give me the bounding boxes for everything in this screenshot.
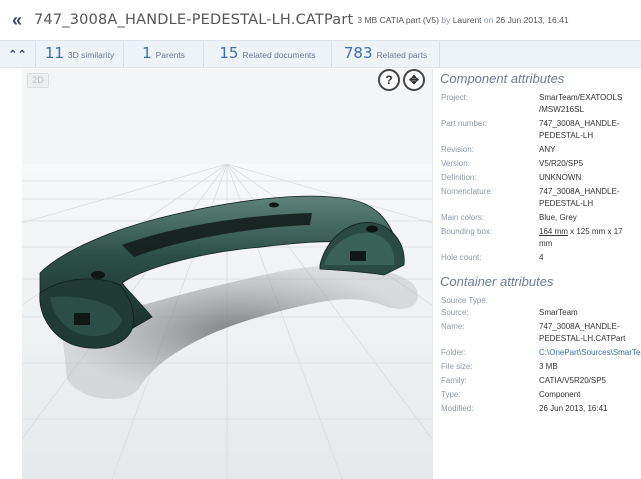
attr-value: SmarTeam/EXATOOLS /MSW216SL: [539, 93, 623, 114]
attr-value: 747_3008A_HANDLE-PEDESTAL-LH.CATPart: [539, 322, 626, 343]
double-chevron-left-icon[interactable]: «: [0, 9, 34, 31]
tab-label: Parents: [155, 50, 185, 60]
attr-key: Bounding box:: [441, 227, 493, 236]
attr-bounding-box: Bounding box: 164 mm x 125 mm x 17 mm: [433, 226, 641, 250]
modified-date: 26 Jun 2013, 16:41: [495, 15, 569, 25]
attr-folder: Folder: C:\OnePart\Sources\SmarTeam\EXAT…: [433, 347, 641, 359]
double-chevron-up-icon[interactable]: ⌃⌃: [0, 41, 36, 67]
attr-key: Modified:: [441, 404, 474, 413]
attr-nomenclature: Nomenclature: 747_3008A_HANDLE-PEDESTAL-…: [433, 186, 641, 210]
attr-version: Version: V5/R20/SP5: [433, 158, 641, 170]
on-label: on: [483, 15, 494, 25]
attr-key: File size:: [441, 362, 473, 371]
by-label: by: [441, 15, 451, 25]
tab-parents[interactable]: 1 Parents: [124, 41, 204, 67]
attr-type: Type: Component: [433, 389, 641, 401]
3d-scene: [22, 163, 432, 479]
right-notch: [350, 251, 366, 261]
attr-key: Revision:: [441, 145, 474, 154]
attr-project: Project: SmarTeam/EXATOOLS /MSW216SL: [433, 92, 641, 116]
attr-value: ANY: [539, 145, 556, 154]
tab-count: 783: [343, 44, 373, 62]
attr-key: Family:: [441, 376, 467, 385]
component-attributes-title: Component attributes: [440, 71, 565, 86]
attr-key: Source Type:: [441, 296, 488, 305]
file-meta: 3 MB CATIA part (V5) by Laurent on 26 Ju…: [357, 15, 568, 25]
attr-key: Project:: [441, 93, 469, 102]
attr-value: 26 Jun 2013, 16:41: [539, 404, 608, 413]
2d-toggle-badge[interactable]: 2D: [27, 73, 49, 88]
attr-key: Version:: [441, 159, 470, 168]
attr-value: 747_3008A_HANDLE-PEDESTAL-LH: [539, 119, 620, 140]
tab-label: Related parts: [376, 50, 428, 60]
attr-value: SmarTeam: [539, 308, 578, 317]
attr-source: Source: SmarTeam: [433, 307, 641, 319]
center-hole: [269, 202, 279, 208]
file-type: CATIA part (V5): [379, 15, 439, 25]
tab-count: 1: [142, 44, 152, 62]
related-tabs-bar: ⌃⌃ 11 3D similarity 1 Parents 15 Related…: [0, 40, 641, 68]
left-notch: [74, 313, 90, 325]
title-bar: « 747_3008A_HANDLE-PEDESTAL-LH.CATPart 3…: [0, 0, 641, 40]
attr-family: Family: CATIA/V5R20/SP5: [433, 375, 641, 387]
question-mark-icon[interactable]: ?: [378, 69, 400, 91]
attr-name: Name: 747_3008A_HANDLE-PEDESTAL-LH.CATPa…: [433, 321, 641, 345]
attr-value: Blue, Grey: [539, 213, 577, 222]
tab-3d-similarity[interactable]: 11 3D similarity: [36, 41, 124, 67]
container-attributes-title: Container attributes: [440, 274, 554, 289]
attr-value: 4: [539, 253, 544, 262]
bounding-box-link[interactable]: 164 mm: [539, 227, 568, 236]
author: Laurent: [452, 15, 482, 25]
tab-count: 15: [219, 44, 239, 62]
attr-value: 3 MB: [539, 362, 558, 371]
tab-related-documents[interactable]: 15 Related documents: [204, 41, 332, 67]
attr-key: Definition:: [441, 173, 477, 182]
attr-file-size: File size: 3 MB: [433, 361, 641, 373]
attr-value: CATIA/V5R20/SP5: [539, 376, 606, 385]
attr-revision: Revision: ANY: [433, 144, 641, 156]
attr-value: [539, 295, 635, 307]
attr-key: Name:: [441, 322, 465, 331]
attr-key: Hole count:: [441, 253, 482, 262]
attr-key: Main colors:: [441, 213, 485, 222]
attr-definition: Definition: UNKNOWN: [433, 172, 641, 184]
attr-value: UNKNOWN: [539, 173, 582, 182]
attr-main-colors: Main colors: Blue, Grey: [433, 212, 641, 224]
left-hole: [91, 271, 105, 279]
attr-part-number: Part number: 747_3008A_HANDLE-PEDESTAL-L…: [433, 118, 641, 142]
attr-source-type: Source Type:: [433, 295, 641, 307]
attr-key: Source:: [441, 308, 469, 317]
left-margin: [0, 69, 22, 479]
3d-viewport[interactable]: 2D ? ✥: [22, 69, 432, 479]
attr-value: 164 mm x 125 mm x 17 mm: [539, 226, 635, 250]
tab-related-parts[interactable]: 783 Related parts: [332, 41, 440, 67]
attr-key: Part number:: [441, 119, 488, 128]
attr-value: V5/R20/SP5: [539, 159, 584, 168]
attr-modified: Modified: 26 Jun 2013, 16:41: [433, 403, 641, 415]
tab-count: 11: [44, 44, 64, 62]
attr-key: Folder:: [441, 348, 466, 357]
file-name: 747_3008A_HANDLE-PEDESTAL-LH.CATPart: [34, 12, 354, 28]
attr-key: Nomenclature:: [441, 187, 494, 196]
tab-label: Related documents: [242, 50, 316, 60]
fit-view-icon[interactable]: ✥: [403, 69, 425, 91]
attr-key: Type:: [441, 390, 461, 399]
attr-hole-count: Hole count: 4: [433, 252, 641, 264]
attr-value: Component: [539, 390, 581, 399]
attr-value: 747_3008A_HANDLE-PEDESTAL-LH: [539, 187, 620, 208]
right-hole: [366, 225, 378, 233]
folder-link[interactable]: C:\OnePart\Sources\SmarTeam\EXATOOLS\MSW…: [539, 347, 641, 359]
tab-label: 3D similarity: [67, 50, 115, 60]
attributes-panel[interactable]: Component attributes Project: SmarTeam/E…: [432, 69, 641, 479]
file-size: 3 MB: [357, 15, 378, 25]
